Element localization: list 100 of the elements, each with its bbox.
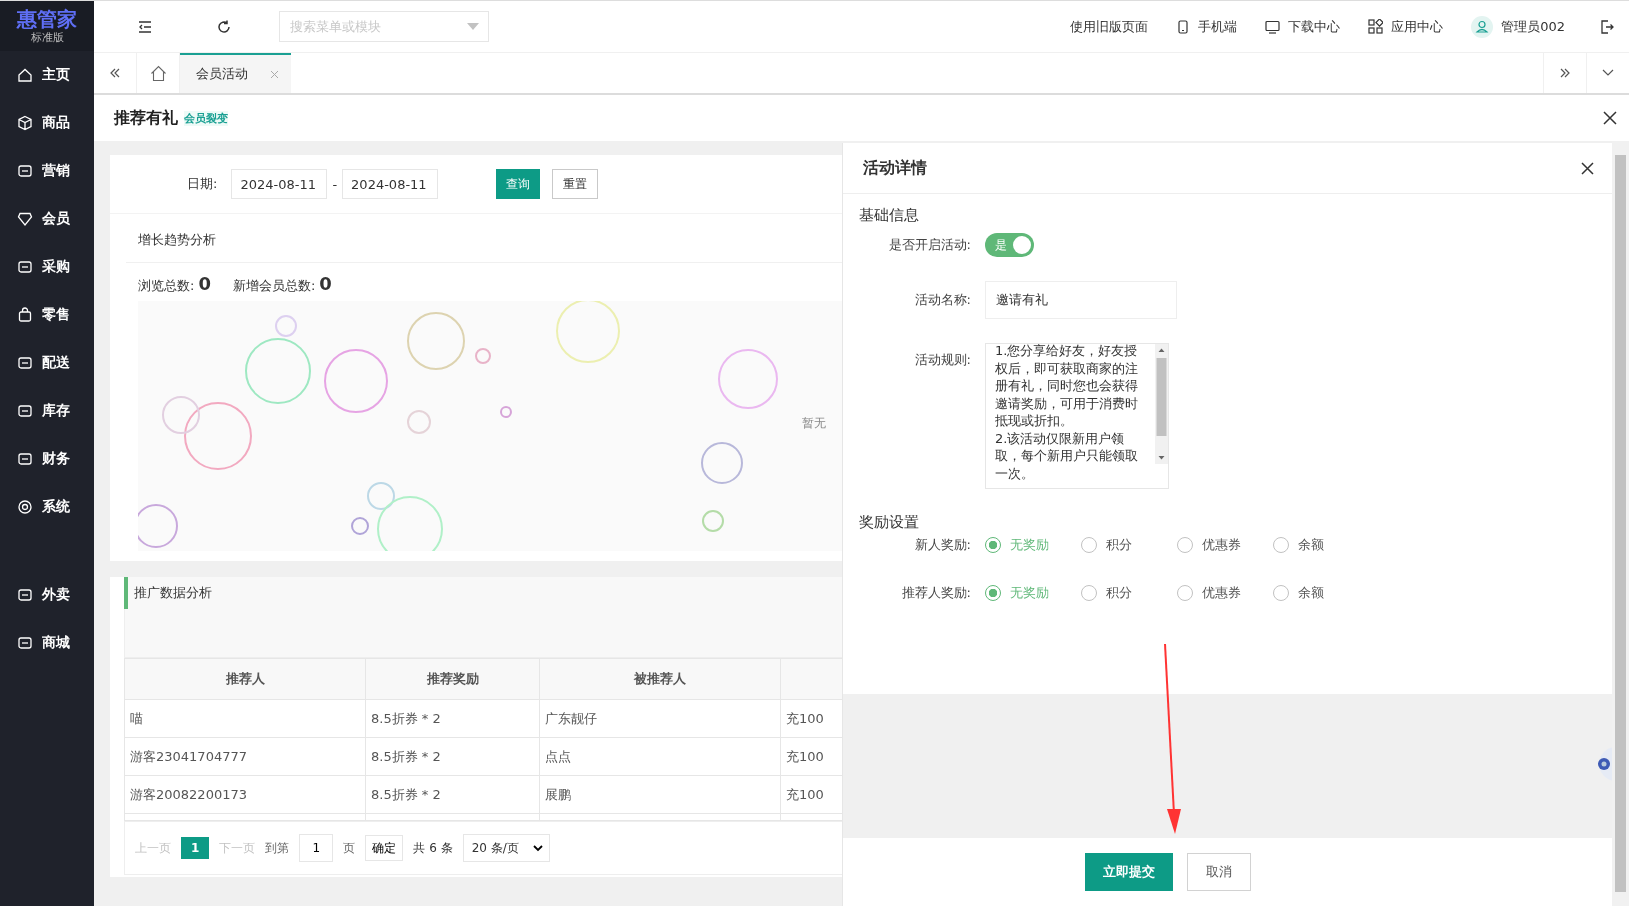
field-label: 活动规则:: [913, 351, 972, 369]
date-label: 日期:: [187, 175, 218, 193]
close-icon[interactable]: [1603, 111, 1617, 125]
sidebar-item[interactable]: 外卖: [0, 571, 94, 619]
menu-item-icon: [17, 163, 33, 179]
field-label: 新人奖励:: [913, 536, 972, 554]
radio-option[interactable]: 余额: [1273, 584, 1369, 602]
apps-icon: [1368, 19, 1384, 34]
link-text: 管理员002: [1501, 17, 1565, 36]
page-title: 推荐有礼: [114, 107, 178, 129]
radio-option[interactable]: 优惠券: [1177, 536, 1273, 554]
radio-option[interactable]: 优惠券: [1177, 584, 1273, 602]
start-date-field[interactable]: 2024-08-11: [231, 169, 328, 199]
link-text: 手机端: [1198, 17, 1238, 36]
stat-label: 浏览总数:: [138, 277, 195, 295]
field-label: 是否开启活动:: [887, 236, 972, 254]
sidebar-item[interactable]: 零售: [0, 291, 94, 339]
cancel-button[interactable]: 取消: [1186, 853, 1251, 891]
table-cell: 广东靓仔: [539, 699, 781, 738]
menu-item-icon: [17, 587, 33, 603]
reset-button[interactable]: 重置: [552, 169, 599, 199]
name-field[interactable]: 邀请有礼: [985, 281, 1177, 319]
refresh-icon[interactable]: [216, 18, 232, 35]
header-link[interactable]: 应用中心: [1368, 17, 1444, 36]
empty-text: 暂无: [802, 415, 826, 432]
caret-icon: [467, 23, 479, 30]
section-title: 推广数据分析: [124, 577, 842, 609]
goto-label: 到第: [265, 839, 290, 857]
section-heading: 基础信息: [859, 206, 920, 225]
column-header: 被推荐人: [539, 658, 781, 700]
header-link[interactable]: 下载中心: [1265, 17, 1341, 36]
field-label: 推荐人奖励:: [900, 584, 972, 602]
chevron-down-icon: [1602, 69, 1614, 77]
stat-value: 0: [198, 273, 211, 294]
menu-item-icon: [17, 259, 33, 275]
table-cell: 8.5折券 * 2: [365, 737, 540, 776]
table-cell: 喵: [124, 699, 366, 738]
double-chevron-left-icon: [109, 67, 121, 79]
table-cell: 8.5折券 * 2: [365, 699, 540, 738]
tab-label: 会员活动: [196, 65, 248, 83]
user-avatar-icon: [1471, 15, 1494, 38]
sidebar-item[interactable]: 采购: [0, 243, 94, 291]
stat-value: 0: [319, 273, 332, 294]
sidebar-item[interactable]: 商品: [0, 99, 94, 147]
column-header: 推荐奖励: [365, 658, 540, 700]
drawer-title: 活动详情: [863, 157, 927, 179]
radio-option[interactable]: 余额: [1273, 536, 1369, 554]
sidebar-item[interactable]: 营销: [0, 147, 94, 195]
page-size-select[interactable]: 20 条/页: [462, 834, 550, 862]
page-tag: 会员裂变: [184, 110, 228, 126]
radio-option[interactable]: 积分: [1081, 536, 1177, 554]
close-icon[interactable]: [1581, 161, 1594, 175]
link-text: 下载中心: [1288, 17, 1341, 36]
table-cell: 展鹏: [539, 775, 781, 814]
date-separator: -: [332, 176, 338, 192]
table-cell: 游客20082200173: [124, 775, 366, 814]
menu-item-icon: [17, 451, 33, 467]
menu-item-icon: [17, 355, 33, 371]
stat-label: 新增会员总数:: [232, 277, 316, 295]
confirm-button[interactable]: 确定: [365, 835, 404, 861]
edition-label: 标准版: [30, 30, 64, 45]
sidebar-item[interactable]: 配送: [0, 339, 94, 387]
header-link[interactable]: 管理员002: [1471, 15, 1565, 38]
page-input[interactable]: 1: [299, 834, 334, 862]
section-heading: 奖励设置: [859, 513, 920, 532]
phone-icon: [1176, 19, 1191, 34]
end-date-field[interactable]: 2024-08-11: [342, 169, 439, 199]
total-count: 共 6 条: [413, 839, 453, 857]
menu-item-icon: [17, 635, 33, 651]
sidebar-item[interactable]: 主页: [0, 51, 94, 99]
rules-field[interactable]: 1.您分享给好友，好友授权后，即可获取商家的注册有礼，同时您也会获得邀请奖励，可用于消费时抵现或折扣。 2.该活动仅限新用户领取，每个新用户只能领取一次。: [985, 343, 1169, 489]
menu-item-icon: [17, 211, 33, 227]
menu-fold-icon[interactable]: [137, 18, 153, 35]
column-header: 推荐人: [124, 658, 366, 700]
home-icon: [149, 64, 167, 82]
header-link[interactable]: 使用旧版页面: [1070, 17, 1149, 36]
header-link[interactable]: 手机端: [1176, 17, 1238, 36]
page-tab[interactable]: 会员活动: [180, 53, 291, 93]
table-cell: 8.5折券 * 2: [365, 775, 540, 814]
logo-text: 惠管家: [17, 7, 77, 30]
menu-item-icon: [17, 307, 33, 323]
menu-item-icon: [17, 67, 33, 83]
table-cell: 点点: [539, 737, 781, 776]
monitor-icon: [1265, 19, 1281, 34]
chevron-down-icon: [532, 844, 543, 852]
double-chevron-right-icon: [1559, 67, 1571, 79]
page-unit-label: 页: [343, 839, 356, 857]
menu-item-icon: [17, 499, 33, 515]
menu-item-icon: [17, 403, 33, 419]
logout-icon[interactable]: [1599, 18, 1615, 35]
menu-item-icon: [17, 115, 33, 131]
sidebar-item[interactable]: 商城: [0, 619, 94, 667]
sidebar-item[interactable]: 财务: [0, 435, 94, 483]
table-cell: 游客23041704777: [124, 737, 366, 776]
link-text: 应用中心: [1391, 17, 1444, 36]
radio-option[interactable]: 积分: [1081, 584, 1177, 602]
field-label: 活动名称:: [913, 291, 972, 309]
sidebar-item[interactable]: 库存: [0, 387, 94, 435]
sidebar-item[interactable]: 会员: [0, 195, 94, 243]
sidebar-item[interactable]: 系统: [0, 483, 94, 531]
